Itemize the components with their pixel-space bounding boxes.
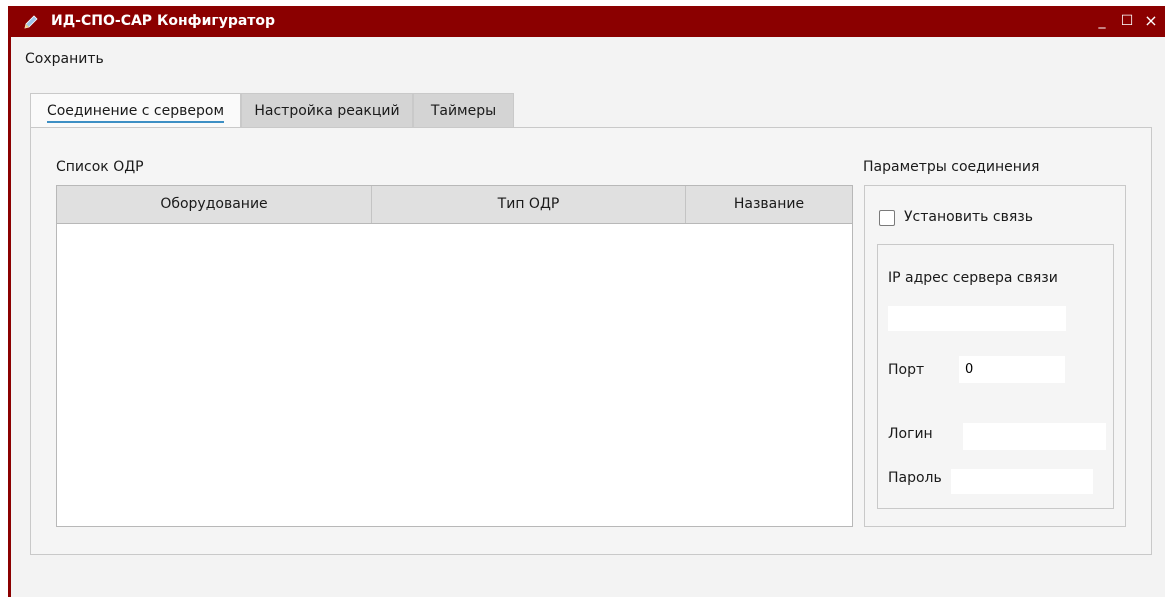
pencil-icon [24,15,38,29]
title-bar[interactable]: ИД-СПО-САР Конфигуратор _ ☐ × [11,6,1165,37]
close-button[interactable]: × [1142,12,1160,30]
column-header-name[interactable]: Название [686,186,852,223]
tab-label: Настройка реакций [254,103,400,119]
port-input[interactable] [959,356,1065,383]
maximize-button[interactable]: ☐ [1118,12,1136,30]
establish-link-checkbox[interactable] [879,210,895,226]
tab-panel-server-connection: Список ОДР Оборудование Тип ОДР Название… [30,127,1152,555]
connection-params-group: Установить связь IP адрес сервера связи … [864,185,1126,527]
tab-label: Соединение с сервером [46,103,225,123]
server-settings-group: IP адрес сервера связи Порт Логин Пароль [877,244,1114,509]
table-header: Оборудование Тип ОДР Название [57,186,852,224]
odr-list-label: Список ОДР [56,159,144,175]
column-header-odr-type[interactable]: Тип ОДР [372,186,686,223]
minimize-button[interactable]: _ [1093,12,1111,30]
establish-link-label: Установить связь [904,209,1033,225]
password-input[interactable] [951,469,1093,494]
ip-address-label: IP адрес сервера связи [888,270,1058,286]
menu-bar: Сохранить [11,37,1165,79]
tab-timers[interactable]: Таймеры [413,93,514,127]
password-label: Пароль [888,470,942,486]
port-label: Порт [888,362,925,378]
login-input[interactable] [963,423,1106,450]
tab-label: Таймеры [430,103,497,119]
tab-reactions-setup[interactable]: Настройка реакций [241,93,413,127]
save-menu-item[interactable]: Сохранить [25,51,104,67]
ip-address-input[interactable] [888,306,1066,331]
odr-table[interactable]: Оборудование Тип ОДР Название [56,185,853,527]
tab-server-connection[interactable]: Соединение с сервером [30,93,241,127]
login-label: Логин [888,426,933,442]
connection-params-label: Параметры соединения [863,159,1040,175]
app-window: ИД-СПО-САР Конфигуратор _ ☐ × Сохранить … [8,6,1165,597]
window-title: ИД-СПО-САР Конфигуратор [51,13,276,29]
column-header-equipment[interactable]: Оборудование [57,186,372,223]
